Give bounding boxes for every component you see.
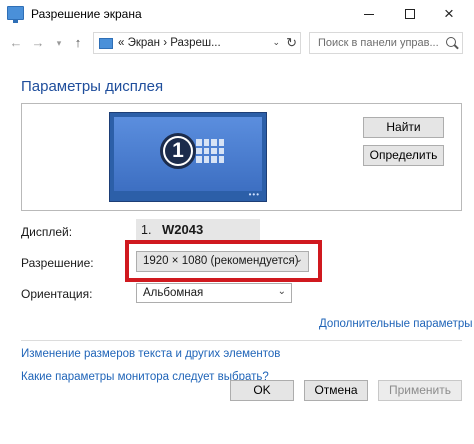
search-placeholder: Поиск в панели управ... xyxy=(318,37,439,49)
chevron-down-icon[interactable]: ⌄ xyxy=(272,37,280,48)
minimize-icon xyxy=(364,13,374,15)
identify-button[interactable]: Найти xyxy=(363,117,444,138)
up-arrow-icon[interactable]: ↑ xyxy=(70,34,86,52)
history-dropdown-icon[interactable]: ▾ xyxy=(51,34,67,52)
breadcrumb[interactable]: « Экран › Разреш... xyxy=(118,37,221,49)
close-icon: × xyxy=(444,4,454,23)
orientation-dropdown[interactable]: Альбомная ⌄ xyxy=(136,283,292,303)
maximize-button[interactable] xyxy=(393,0,427,28)
forward-arrow-icon[interactable]: → xyxy=(30,34,46,52)
orientation-value: Альбомная xyxy=(143,287,204,299)
chevron-down-icon: ⌄ xyxy=(277,286,286,297)
advanced-settings-link[interactable]: Дополнительные параметры xyxy=(319,318,473,330)
ok-button[interactable]: OK xyxy=(230,380,294,401)
cancel-button[interactable]: Отмена xyxy=(304,380,368,401)
monitor-number-badge: 1 xyxy=(160,133,196,169)
monitor-screen: 1 xyxy=(114,117,262,191)
search-icon[interactable] xyxy=(446,37,456,47)
minimize-button[interactable] xyxy=(352,0,386,28)
highlight-annotation xyxy=(125,240,322,282)
windows-icon xyxy=(196,139,224,163)
navigation-bar: ← → ▾ ↑ « Экран › Разреш... ⌄ ↻ Поиск в … xyxy=(0,30,474,56)
detect-button[interactable]: Определить xyxy=(363,145,444,166)
monitor-number: 1 xyxy=(165,138,191,164)
back-arrow-icon[interactable]: ← xyxy=(8,34,24,52)
search-input[interactable]: Поиск в панели управ... xyxy=(309,32,463,54)
divider xyxy=(21,340,462,341)
display-name: W2043 xyxy=(162,222,204,237)
display-preview-panel: 1 ••• Найти Определить xyxy=(21,103,462,211)
display-field: 1. W2043 xyxy=(136,219,260,241)
resolution-label: Разрешение: xyxy=(21,256,94,270)
monitor-thumbnail[interactable]: 1 ••• xyxy=(109,112,267,202)
address-bar[interactable]: « Экран › Разреш... ⌄ ↻ xyxy=(93,32,301,54)
close-button[interactable]: × xyxy=(432,0,466,28)
maximize-icon xyxy=(405,9,415,19)
text-size-link[interactable]: Изменение размеров текста и других элеме… xyxy=(21,348,280,360)
display-number: 1. xyxy=(141,223,152,237)
apply-button[interactable]: Применить xyxy=(378,380,462,401)
display-settings-icon xyxy=(7,6,24,23)
display-label: Дисплей: xyxy=(21,225,73,239)
page-title: Параметры дисплея xyxy=(21,78,164,95)
dots-icon: ••• xyxy=(248,190,260,199)
title-bar: Разрешение экрана × xyxy=(0,0,474,28)
orientation-label: Ориентация: xyxy=(21,287,93,301)
window-title: Разрешение экрана xyxy=(31,7,142,21)
refresh-icon[interactable]: ↻ xyxy=(286,35,297,51)
display-settings-icon xyxy=(99,37,113,49)
